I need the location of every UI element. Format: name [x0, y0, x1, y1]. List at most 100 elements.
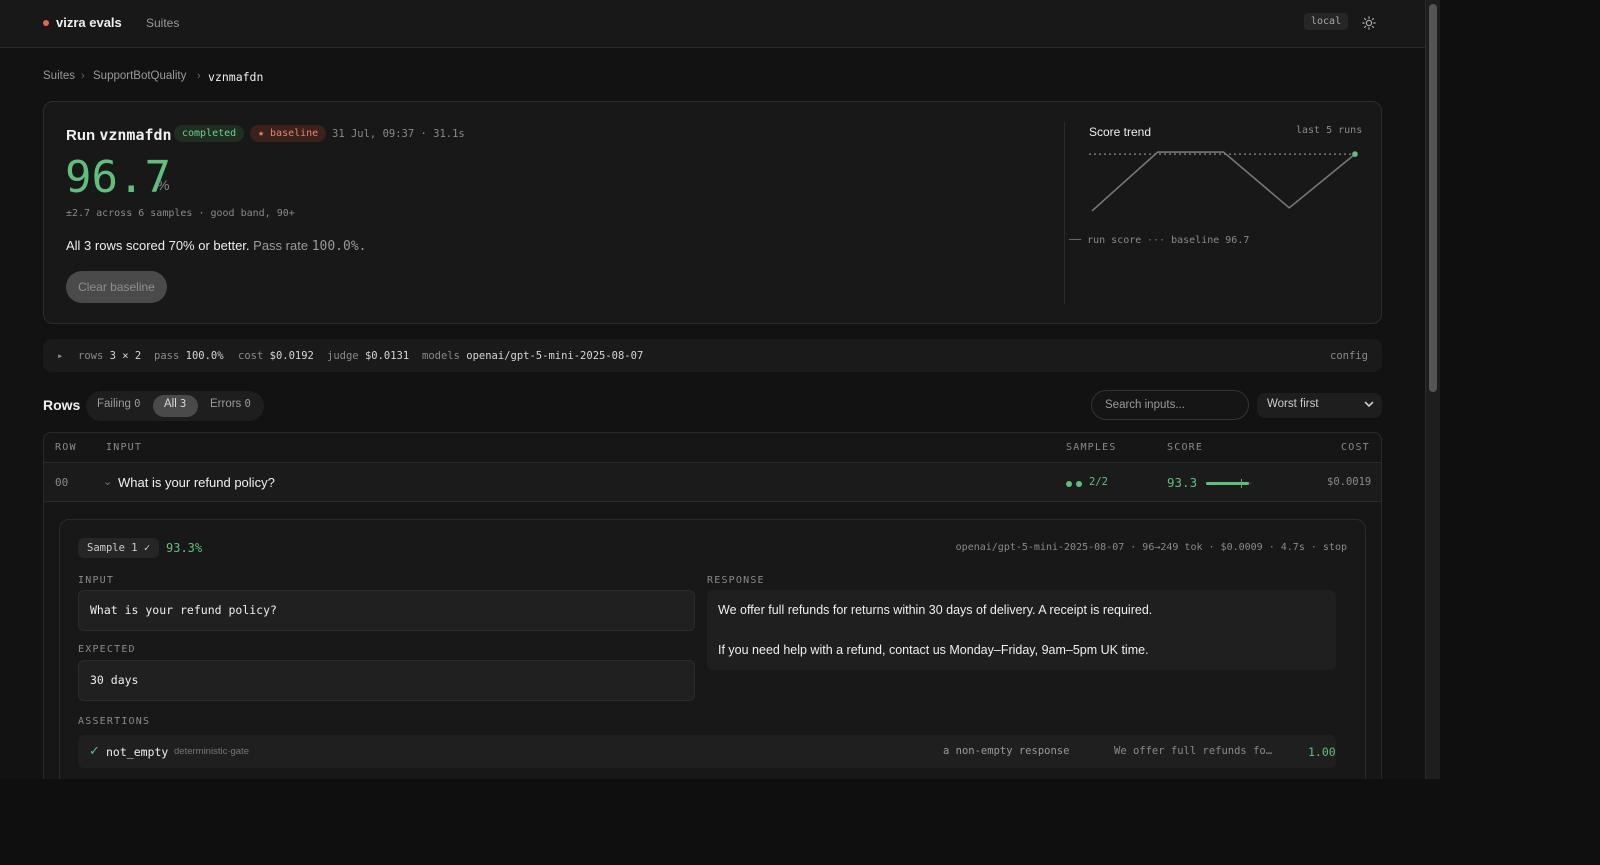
summary-pass-label: Pass rate [253, 238, 309, 253]
brand-logo[interactable]: vizra evals [56, 15, 122, 30]
run-meta: 31 Jul, 09:37 · 31.1s [332, 128, 465, 140]
run-title: Run vznmafdn [66, 126, 172, 144]
breadcrumb-run: vznmafdn [208, 70, 264, 84]
latest-run-point[interactable] [1352, 151, 1358, 157]
stat-models: models openai/gpt-5-mini-2025-08-07 [422, 350, 643, 362]
legend-run-label: run score [1087, 235, 1142, 246]
filter-all-count: 3 [179, 398, 187, 410]
row-samples: 2/2 [1089, 476, 1108, 488]
sample-badge[interactable]: Sample 1 ✓ [78, 538, 160, 558]
trend-subtitle: last 5 runs [1296, 125, 1363, 136]
run-stats-bar[interactable]: ▸ rows 3 × 2 pass 100.0% cost $0.0192 ju… [43, 339, 1382, 372]
app-viewport: vizra evals Suites local Suites › Suppor… [0, 0, 1425, 779]
sort-select[interactable]: Worst first [1257, 393, 1382, 418]
rows-title: Rows [43, 397, 81, 413]
rows-filter-tabs: Failing 0 All 3 Errors 0 [86, 391, 264, 421]
response-paragraph: If you need help with a refund, contact … [718, 643, 1149, 657]
column-header-cost: COST [1341, 442, 1370, 453]
sort-select-value: Worst first [1267, 398, 1319, 410]
environment-badge: local [1304, 13, 1349, 30]
assertions-label: ASSERTIONS [78, 716, 151, 727]
stat-judge: judge $0.0131 [327, 350, 409, 362]
assertion-row[interactable]: ✓ not_empty deterministic·gate a non-emp… [78, 735, 1336, 768]
sample-input-box: What is your refund policy? [78, 590, 695, 631]
search-input[interactable]: Search inputs... [1091, 390, 1249, 420]
filter-failing-tab[interactable]: Failing 0 [97, 398, 140, 410]
run-id: vznmafdn [99, 126, 172, 144]
assertion-expected: a non-empty response [943, 745, 1070, 757]
sample-pass-dot [1076, 481, 1082, 487]
filter-failing-count: 0 [134, 398, 141, 410]
run-summary-text: All 3 rows scored 70% or better. Pass ra… [66, 238, 367, 254]
sample-input-label: INPUT [78, 575, 115, 586]
filter-errors-tab[interactable]: Errors 0 [210, 398, 251, 410]
legend-run-score: ── run score [1069, 235, 1141, 246]
filter-failing-label: Failing [97, 398, 131, 410]
filter-errors-count: 0 [244, 398, 251, 410]
clear-baseline-button[interactable]: Clear baseline [66, 271, 167, 303]
assertion-kind: deterministic·gate [174, 746, 249, 757]
score-trend-chart [1089, 151, 1358, 212]
stat-models-value: openai/gpt-5-mini-2025-08-07 [466, 350, 644, 362]
legend-baseline: ··· baseline 96.7 [1147, 235, 1249, 246]
stat-cost-value: $0.0192 [269, 350, 314, 362]
stat-pass: pass 100.0% [154, 350, 224, 362]
row-score-marker [1241, 479, 1242, 488]
table-row[interactable]: 00 ⌄ What is your refund policy? 2/2 93.… [44, 462, 1381, 502]
row-score-bar [1206, 479, 1252, 488]
stat-models-label: models [422, 350, 460, 362]
sample-meta: openai/gpt-5-mini-2025-08-07 · 96→249 to… [955, 542, 1347, 553]
stat-rows-label: rows [78, 350, 104, 362]
row-score-bar-fill [1206, 482, 1249, 485]
row-score: 93.3 [1167, 475, 1198, 490]
run-summary-card: Run vznmafdn completed ★ baseline 31 Jul… [43, 101, 1382, 324]
summary-main: All 3 rows scored 70% or better. [66, 238, 250, 253]
run-score-line [1091, 151, 1356, 212]
filter-all-tab[interactable]: All 3 [164, 398, 186, 410]
run-score: 96.7 [65, 152, 171, 203]
top-bar: vizra evals Suites local [0, 0, 1425, 48]
assertion-actual: We offer full refunds fo… [1114, 745, 1273, 757]
column-header-row: ROW [55, 442, 77, 453]
scrollbar-thumb[interactable] [1429, 4, 1437, 392]
check-icon: ✓ [89, 743, 100, 758]
sample-response-box: We offer full refunds for returns within… [707, 590, 1336, 670]
config-toggle[interactable]: config [1330, 350, 1368, 362]
column-header-score: SCORE [1167, 442, 1204, 453]
status-badge: completed [174, 125, 245, 142]
row-index: 00 [55, 476, 69, 489]
sample-score: 93.3% [166, 541, 203, 555]
stat-pass-value: 100.0% [185, 350, 224, 362]
breadcrumb-suites[interactable]: Suites [43, 70, 75, 82]
sample-pass-dot [1066, 481, 1072, 487]
sample-response-label: RESPONSE [707, 575, 765, 586]
filter-all-label: All [164, 398, 177, 410]
breadcrumb-suite[interactable]: SupportBotQuality [93, 70, 186, 82]
sample-detail-card: Sample 1 ✓ 93.3% openai/gpt-5-mini-2025-… [59, 519, 1366, 779]
chevron-down-icon[interactable]: ⌄ [103, 475, 112, 488]
run-score-unit: % [157, 177, 170, 193]
rows-table: ROW INPUT SAMPLES SCORE COST 00 ⌄ What i… [43, 432, 1382, 779]
row-input-text: What is your refund policy? [118, 475, 275, 490]
stat-rows: rows 3 × 2 [78, 350, 141, 362]
scrollbar[interactable] [1425, 0, 1440, 779]
assertion-score: 1.00 [1308, 745, 1336, 759]
run-title-prefix: Run [66, 127, 96, 144]
expand-caret-icon[interactable]: ▸ [57, 350, 63, 362]
response-paragraph: We offer full refunds for returns within… [718, 603, 1153, 617]
column-header-input: INPUT [106, 442, 143, 453]
stat-judge-value: $0.0131 [364, 350, 410, 362]
summary-pass-value: 100.0%. [311, 239, 367, 254]
assertion-name: not_empty [106, 745, 169, 759]
trend-title: Score trend [1089, 125, 1152, 139]
sun-icon[interactable] [1362, 16, 1376, 30]
card-divider [1064, 122, 1065, 304]
chevron-down-icon [1364, 401, 1374, 408]
stat-cost-label: cost [238, 350, 264, 362]
legend-baseline-label: baseline 96.7 [1171, 235, 1250, 246]
stat-judge-label: judge [327, 350, 359, 362]
run-score-detail: ±2.7 across 6 samples · good band, 90+ [66, 208, 295, 219]
breadcrumb-separator: › [197, 70, 201, 82]
nav-suites-link[interactable]: Suites [146, 16, 179, 30]
filter-errors-label: Errors [210, 398, 242, 410]
